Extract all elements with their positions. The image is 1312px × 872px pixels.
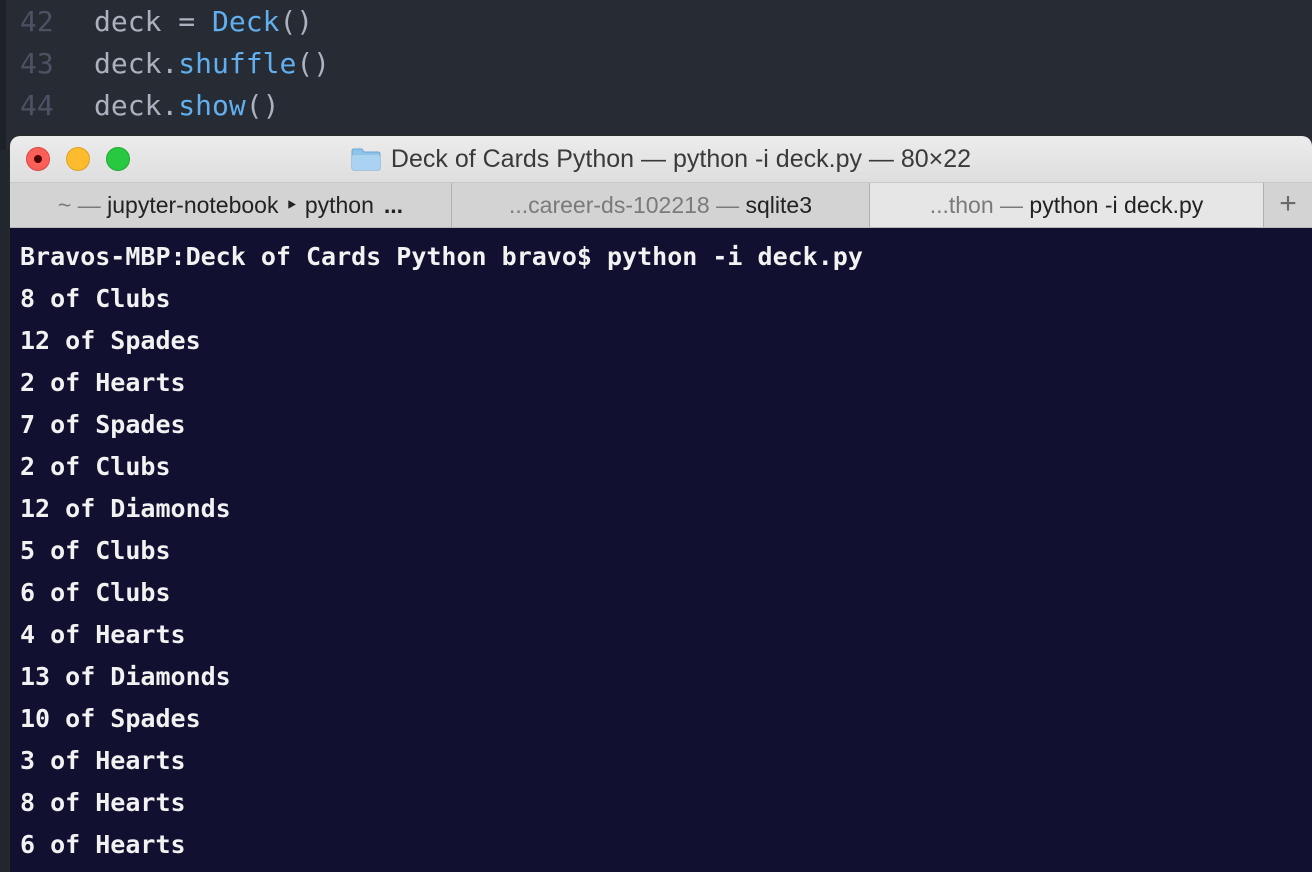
window-title: Deck of Cards Python — python -i deck.py… xyxy=(390,144,972,173)
output-line: 6 of Clubs xyxy=(20,578,171,607)
tab-bar: ~ — jupyter-notebook ‣ python... ...care… xyxy=(10,183,1312,228)
output-line: 12 of Spades xyxy=(20,326,201,355)
code-text: deck.show() xyxy=(94,85,279,127)
shell-prompt-line: Bravos-MBP:Deck of Cards Python bravo$ p… xyxy=(20,242,863,271)
code-token: () xyxy=(245,89,280,122)
code-text: deck.shuffle() xyxy=(94,43,330,85)
code-editor[interactable]: 42 deck = Deck() 43 deck.shuffle() 44 deck.sh… xyxy=(0,0,1312,150)
output-line: 8 of Clubs xyxy=(20,284,171,313)
tab-sqlite3[interactable]: ...career-ds-102218 — sqlite3 xyxy=(452,183,870,227)
folder-icon xyxy=(351,148,381,171)
output-line: 8 of Hearts xyxy=(20,788,186,817)
output-line: 6 of Hearts xyxy=(20,830,186,859)
output-line: 2 of Clubs xyxy=(20,452,171,481)
terminal-window[interactable]: Deck of Cards Python — python -i deck.py… xyxy=(10,136,1312,872)
tab-prefix: ...career-ds-102218 — xyxy=(509,192,746,218)
output-line: 7 of Spades xyxy=(20,410,186,439)
code-token: Deck xyxy=(212,5,280,38)
code-token: deck. xyxy=(94,47,179,80)
code-token: () xyxy=(279,5,314,38)
output-line: 5 of Clubs xyxy=(20,536,171,565)
tab-prefix: ...thon — xyxy=(929,192,1030,218)
tab-prefix: ~ — xyxy=(57,192,108,218)
terminal-output-area[interactable]: Bravos-MBP:Deck of Cards Python bravo$ p… xyxy=(10,228,1312,872)
editor-gutter xyxy=(0,0,6,150)
tab-label: jupyter-notebook ‣ python xyxy=(107,192,374,218)
tab-label: sqlite3 xyxy=(745,192,812,218)
tab-overflow-indicator: ... xyxy=(383,192,404,218)
line-number: 42 xyxy=(20,5,54,38)
window-title-group: Deck of Cards Python — python -i deck.py… xyxy=(10,136,1312,182)
tab-python-deck[interactable]: ...thon — python -i deck.py xyxy=(870,183,1264,227)
code-token: () xyxy=(296,47,331,80)
output-line: 2 of Hearts xyxy=(20,368,186,397)
title-bar[interactable]: Deck of Cards Python — python -i deck.py… xyxy=(10,136,1312,183)
new-tab-button[interactable]: + xyxy=(1264,183,1312,227)
line-number: 43 xyxy=(20,47,54,80)
tab-label: python -i deck.py xyxy=(1029,192,1204,218)
tab-jupyter-notebook[interactable]: ~ — jupyter-notebook ‣ python... xyxy=(10,183,452,227)
code-token: show xyxy=(178,89,246,122)
code-token: deck = xyxy=(94,5,213,38)
output-line: 4 of Hearts xyxy=(20,620,186,649)
output-line: 13 of Diamonds xyxy=(20,662,231,691)
output-line: 3 of Hearts xyxy=(20,746,186,775)
code-token: shuffle xyxy=(178,47,297,80)
code-text: deck = Deck() xyxy=(94,1,313,43)
line-number: 44 xyxy=(20,89,54,122)
code-token: deck. xyxy=(94,89,179,122)
output-line: 10 of Spades xyxy=(20,704,201,733)
output-line: 12 of Diamonds xyxy=(20,494,231,523)
